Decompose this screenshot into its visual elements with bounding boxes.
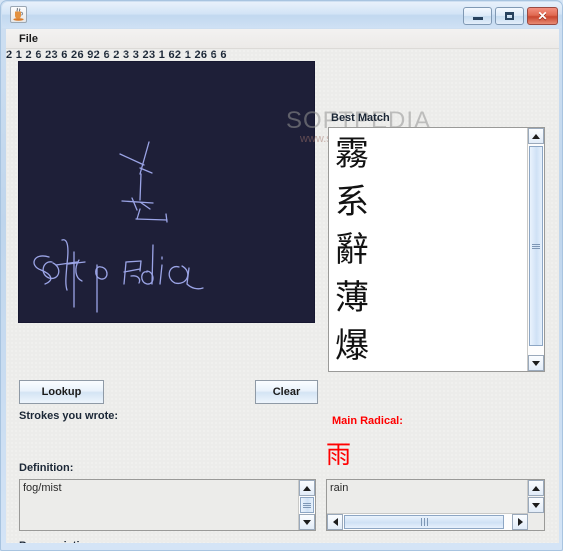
scroll-right-arrow-icon[interactable] (512, 514, 528, 530)
minimize-button[interactable] (463, 7, 492, 25)
title-bar[interactable]: ✕ (2, 2, 562, 28)
menu-bar: File (6, 29, 559, 49)
best-match-vertical-scrollbar[interactable] (527, 128, 544, 371)
java-coffee-cup-icon (10, 6, 27, 23)
grip-lines-icon (303, 502, 311, 509)
definition-value: fog/mist (23, 482, 62, 494)
scrollbar-thumb[interactable] (529, 146, 543, 346)
scroll-down-arrow-icon[interactable] (299, 514, 315, 530)
best-match-label: Best Match (331, 112, 390, 124)
grip-lines-icon (420, 518, 429, 526)
scrollbar-thumb[interactable] (344, 515, 504, 529)
best-match-list[interactable]: 霧 系 辭 薄 爆 (328, 127, 545, 372)
radical-definition-textarea[interactable]: rain (326, 479, 545, 531)
close-icon: ✕ (537, 9, 548, 23)
scroll-up-arrow-icon[interactable] (528, 128, 544, 144)
radical-definition-value: rain (330, 482, 349, 494)
list-item[interactable]: 薄 (333, 274, 528, 322)
radical-vertical-scrollbar[interactable] (527, 480, 544, 513)
radical-horizontal-scrollbar[interactable] (327, 513, 528, 530)
definition-label: Definition: (19, 462, 74, 474)
definition-vertical-scrollbar[interactable] (298, 480, 315, 530)
scroll-up-arrow-icon[interactable] (528, 480, 544, 496)
list-item[interactable]: 系 (333, 178, 528, 226)
maximize-button[interactable] (495, 7, 524, 25)
list-item[interactable]: 爆 (333, 322, 528, 370)
minimize-icon (472, 17, 483, 20)
strokes-label: Strokes you wrote: (19, 410, 119, 422)
list-item[interactable]: 霧 (333, 130, 528, 178)
window-controls: ✕ (463, 7, 558, 25)
close-button[interactable]: ✕ (527, 7, 558, 25)
clear-button[interactable]: Clear (255, 380, 318, 404)
scrollbar-track[interactable] (299, 496, 315, 514)
main-radical-character: 雨 (326, 440, 352, 469)
client-area: SOFTPEDIA www.softpedia.com Best Match 霧… (6, 49, 559, 543)
definition-textarea[interactable]: fog/mist (19, 479, 316, 531)
main-radical-label: Main Radical: (332, 415, 403, 427)
grip-lines-icon (532, 243, 540, 250)
scrollbar-track[interactable] (528, 144, 544, 355)
scroll-down-arrow-icon[interactable] (528, 497, 544, 513)
scroll-left-arrow-icon[interactable] (327, 514, 343, 530)
menu-item-file[interactable]: File (14, 31, 43, 47)
scroll-up-arrow-icon[interactable] (299, 480, 315, 496)
strokes-value: 2 1 2 6 23 6 26 92 6 2 3 3 23 1 62 1 26 … (6, 49, 227, 61)
handwriting-canvas[interactable] (18, 61, 315, 323)
best-match-items: 霧 系 辭 薄 爆 (329, 128, 528, 371)
maximize-icon (505, 12, 514, 20)
scrollbar-thumb[interactable] (300, 497, 314, 513)
list-item[interactable]: 辭 (333, 226, 528, 274)
window-frame: ✕ File SOFTPEDIA Best Match 霧 系 辭 薄 爆 Lo… (0, 0, 563, 551)
scroll-down-arrow-icon[interactable] (528, 355, 544, 371)
lookup-button[interactable]: Lookup (19, 380, 104, 404)
scrollbar-track[interactable] (343, 514, 512, 530)
application-window: ✕ File SOFTPEDIA Best Match 霧 系 辭 薄 爆 Lo… (0, 0, 563, 551)
pronunciation-label: Pronunciation: (19, 540, 97, 543)
